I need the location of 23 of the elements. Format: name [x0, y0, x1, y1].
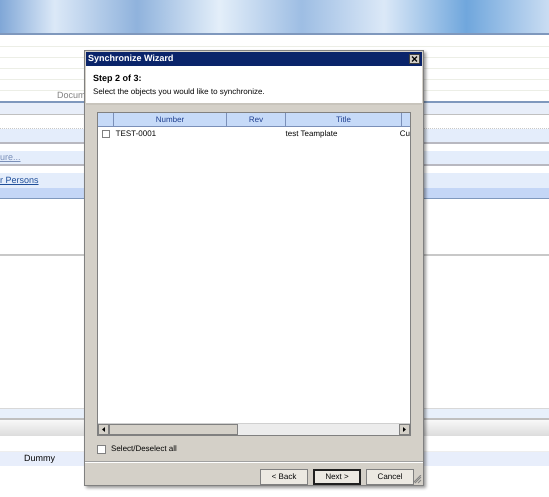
scrollbar-thumb[interactable]: [109, 424, 238, 435]
wizard-button[interactable]: Cancel: [366, 469, 414, 485]
step-heading: Step 2 of 3:: [93, 72, 143, 85]
checkbox[interactable]: [97, 444, 106, 454]
wizard-button[interactable]: Next >: [313, 469, 361, 485]
checkbox-label: Select/Deselect all: [111, 443, 177, 455]
horizontal-scrollbar[interactable]: [98, 423, 410, 435]
column-header[interactable]: Title: [286, 113, 402, 126]
window-title: Synchronize Wizard: [88, 52, 174, 66]
table-cell: test Teamplate: [286, 128, 338, 138]
link[interactable]: r Persons: [0, 174, 39, 188]
column-header[interactable]: Number: [114, 113, 227, 126]
close-button[interactable]: [409, 54, 420, 64]
left-arrow-icon: [102, 427, 105, 432]
instruction-text: Select the objects you would like to synchronize.: [93, 86, 266, 98]
table-cell: TEST-0001: [116, 128, 156, 138]
wizard-button[interactable]: < Back: [260, 469, 308, 485]
table-cell: Cu: [400, 128, 410, 138]
close-icon: [411, 56, 418, 62]
column-header[interactable]: Rev: [227, 113, 286, 126]
right-arrow-icon: [403, 427, 406, 432]
table-cell-text: Dummy: [24, 452, 55, 466]
checkbox[interactable]: [102, 130, 110, 138]
